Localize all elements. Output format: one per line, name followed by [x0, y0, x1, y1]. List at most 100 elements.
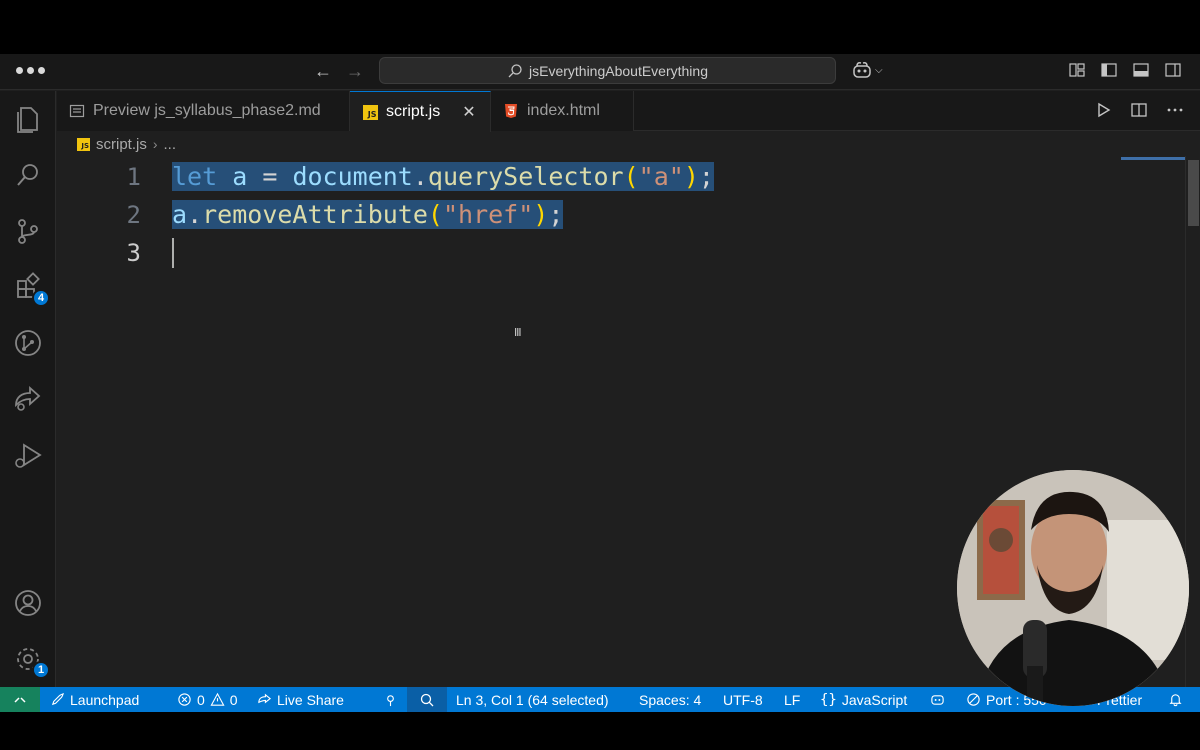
html5-icon [503, 103, 519, 119]
back-arrow-icon[interactable]: ← [314, 60, 332, 82]
video-letterbox-top [0, 0, 1200, 54]
keyword-token: let [172, 162, 218, 191]
minimap-selection[interactable] [1121, 157, 1185, 160]
object-token: document [292, 162, 413, 191]
bell-icon [1169, 694, 1182, 707]
launchpad-item[interactable]: Launchpad [50, 687, 139, 712]
js-file-icon: JS [77, 137, 90, 151]
copilot-icon [853, 62, 871, 78]
tab-label: script.js [386, 103, 441, 120]
toggle-secondary-sidebar-icon[interactable] [1164, 61, 1182, 79]
webcam-overlay [957, 470, 1189, 706]
live-share-label: Live Share [277, 691, 344, 708]
problems-item[interactable]: 0 0 [177, 687, 238, 712]
maximize-window-button[interactable] [38, 67, 45, 74]
search-icon [508, 63, 522, 77]
semicolon-token: ; [548, 200, 564, 229]
code-text[interactable]: let a = document.querySelector("a"); [172, 158, 714, 196]
run-and-debug-icon[interactable] [12, 439, 44, 471]
function-token: querySelector [427, 162, 624, 191]
breadcrumb: JS script.js › ... [77, 134, 176, 154]
more-actions-icon[interactable] [1166, 101, 1184, 119]
text-cursor [172, 238, 174, 268]
notifications-item[interactable] [1168, 687, 1183, 712]
dot-token: . [187, 200, 203, 229]
git-commit-icon [387, 695, 394, 707]
presenter-video-image [957, 470, 1189, 706]
close-tab-icon[interactable]: ✕ [462, 102, 475, 122]
language-label: JavaScript [841, 691, 908, 708]
preview-icon [69, 103, 85, 119]
tab-label: index.html [527, 102, 600, 119]
string-token: "a" [638, 162, 684, 191]
rocket-icon [51, 692, 65, 706]
window-controls[interactable] [16, 67, 45, 74]
copilot-status[interactable] [930, 687, 945, 712]
tab-script-js[interactable]: JS script.js ✕ [350, 91, 491, 132]
chevron-down-icon: ⌵ [875, 64, 883, 76]
error-icon [178, 693, 191, 706]
layout-controls [1068, 61, 1182, 79]
breadcrumb-file[interactable]: script.js [96, 136, 147, 153]
breadcrumb-ellipsis[interactable]: ... [164, 136, 177, 153]
live-share-item[interactable]: Live Share [257, 687, 344, 712]
live-share-icon[interactable] [12, 383, 44, 415]
code-text[interactable]: a.removeAttribute("href"); [172, 196, 564, 234]
live-share-icon [258, 693, 272, 704]
title-bar: ← → jsEverythingAboutEverything ⌵ [0, 54, 1200, 90]
end-of-line[interactable]: LF [784, 687, 800, 712]
explorer-icon[interactable] [12, 103, 44, 135]
function-token: removeAttribute [202, 200, 428, 229]
activity-bar: 4 1 [0, 91, 56, 687]
line-number: 3 [126, 239, 141, 267]
indentation[interactable]: Spaces: 4 [639, 687, 701, 712]
extensions-badge: 4 [32, 289, 50, 307]
editor-actions [1094, 101, 1184, 119]
settings-badge: 1 [32, 661, 50, 679]
cursor-position[interactable]: Ln 3, Col 1 (64 selected) [456, 687, 609, 712]
encoding[interactable]: UTF-8 [723, 687, 763, 712]
paren-token: ) [683, 162, 699, 191]
line-number: 2 [126, 201, 141, 229]
code-line: 2 a.removeAttribute("href"); [57, 196, 1185, 234]
language-mode[interactable]: {} JavaScript [820, 687, 907, 712]
toggle-primary-sidebar-icon[interactable] [1100, 61, 1118, 79]
paren-token: ( [427, 200, 443, 229]
launchpad-label: Launchpad [70, 691, 140, 708]
variable-token: a [232, 162, 248, 191]
tab-index-html[interactable]: index.html [491, 91, 634, 131]
js-file-icon: JS [362, 104, 378, 120]
command-center-search[interactable]: jsEverythingAboutEverything [379, 57, 836, 84]
commit-item[interactable] [383, 687, 398, 712]
object-token: a [172, 200, 188, 229]
error-count: 0 [197, 691, 205, 708]
run-file-icon[interactable] [1094, 101, 1112, 119]
copilot-icon [931, 695, 944, 705]
tab-preview-syllabus[interactable]: Preview js_syllabus_phase2.md [57, 91, 350, 131]
scrollbar-thumb[interactable] [1188, 160, 1199, 226]
split-editor-icon[interactable] [1130, 101, 1148, 119]
git-graph-icon[interactable] [12, 327, 44, 359]
semicolon-token: ; [698, 162, 714, 191]
close-window-button[interactable] [16, 67, 23, 74]
source-control-icon[interactable] [12, 215, 44, 247]
video-letterbox-bottom [0, 712, 1200, 750]
braces-icon: {} [820, 691, 837, 708]
minimize-window-button[interactable] [27, 67, 34, 74]
paren-token: ) [533, 200, 549, 229]
mouse-ibeam-icon: Ⅲ [514, 327, 522, 339]
chevron-right-icon: › [152, 136, 158, 152]
extensions-icon[interactable]: 4 [12, 271, 50, 307]
copilot-menu[interactable]: ⌵ [851, 60, 883, 80]
customize-layout-icon[interactable] [1068, 61, 1086, 79]
string-token: "href" [442, 200, 534, 229]
settings-gear-icon[interactable]: 1 [12, 643, 50, 679]
zoom-icon [420, 693, 434, 706]
warning-icon [210, 692, 225, 706]
forward-arrow-icon[interactable]: → [346, 60, 364, 82]
remote-indicator[interactable] [0, 687, 40, 712]
zoom-item[interactable] [407, 687, 447, 712]
search-view-icon[interactable] [12, 159, 44, 191]
toggle-panel-icon[interactable] [1132, 61, 1150, 79]
account-icon[interactable] [12, 587, 44, 619]
